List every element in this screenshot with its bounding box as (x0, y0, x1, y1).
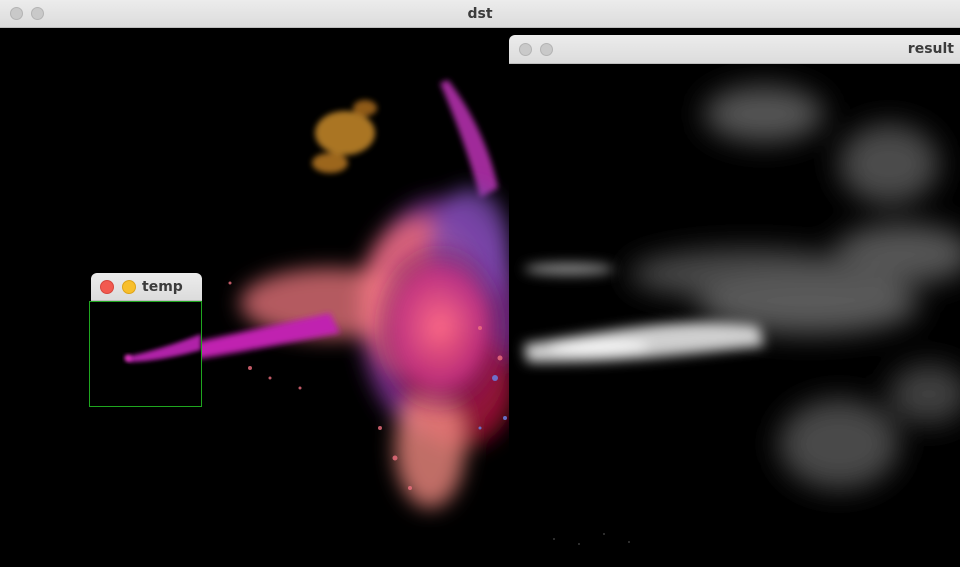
dst-titlebar[interactable]: dst (0, 0, 960, 28)
close-button[interactable] (100, 279, 114, 294)
window-title: result (907, 41, 954, 57)
window-title: temp (142, 278, 183, 295)
window-title: dst (467, 5, 493, 22)
temp-template-canvas (89, 301, 202, 407)
template-match-result-image (524, 86, 960, 545)
minimize-button[interactable] (122, 279, 136, 294)
close-button[interactable] (519, 42, 532, 56)
result-window[interactable]: result (509, 35, 960, 567)
result-match-map-canvas (509, 64, 960, 567)
template-image (125, 334, 201, 362)
temp-titlebar[interactable]: temp (91, 273, 202, 301)
temp-window[interactable]: temp (89, 273, 202, 407)
result-titlebar[interactable]: result (509, 35, 960, 64)
minimize-button[interactable] (540, 42, 553, 56)
